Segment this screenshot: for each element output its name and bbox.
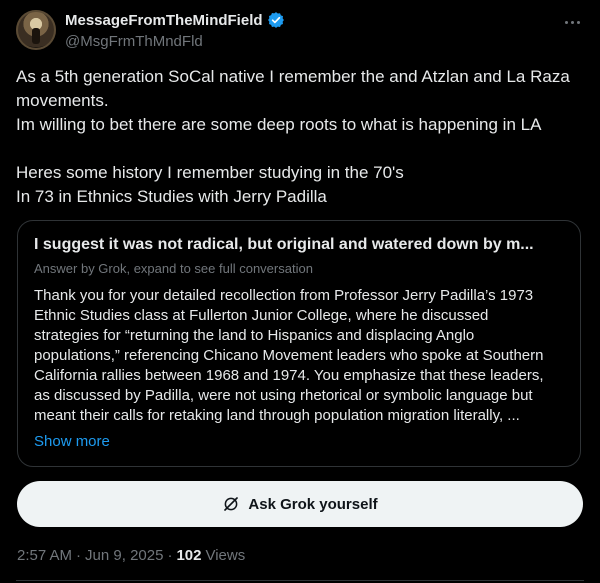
divider xyxy=(16,580,584,581)
views-label: Views xyxy=(205,547,246,564)
author-name[interactable]: MessageFromTheMindField xyxy=(65,12,263,29)
more-options-icon[interactable] xyxy=(560,14,584,30)
grok-body-line: as discussed by Padilla, were not using … xyxy=(34,387,533,404)
tweet-line: As a 5th generation SoCal native I remem… xyxy=(16,67,570,86)
show-more-link[interactable]: Show more xyxy=(34,433,110,450)
tweet-line: Im willing to bet there are some deep ro… xyxy=(16,115,542,134)
avatar[interactable] xyxy=(16,10,56,50)
grok-body-line: populations,” referencing Chicano Moveme… xyxy=(34,347,544,364)
tweet-meta: 2:57 AM · Jun 9, 2025 · 102 Views xyxy=(17,547,245,564)
grok-icon xyxy=(224,497,239,511)
tweet-time[interactable]: 2:57 AM xyxy=(17,547,72,564)
author-name-row: MessageFromTheMindField xyxy=(65,11,285,29)
grok-body-line: California rallies between 1968 and 1974… xyxy=(34,367,544,384)
tweet-line: In 73 in Ethnics Studies with Jerry Padi… xyxy=(16,187,327,206)
ask-grok-button[interactable]: Ask Grok yourself xyxy=(17,481,583,527)
tweet-line: Heres some history I remember studying i… xyxy=(16,163,404,182)
ask-grok-label: Ask Grok yourself xyxy=(248,495,378,513)
grok-card-title: I suggest it was not radical, but origin… xyxy=(34,236,534,253)
tweet-text: As a 5th generation SoCal native I remem… xyxy=(16,65,584,209)
grok-body-line: strategies for “returning the land to Hi… xyxy=(34,327,475,344)
meta-separator: · xyxy=(76,547,82,564)
verified-badge-icon xyxy=(267,12,284,28)
tweet-line xyxy=(16,137,584,161)
grok-card-body: Thank you for your detailed recollection… xyxy=(34,286,564,426)
grok-card-subtitle: Answer by Grok, expand to see full conve… xyxy=(34,261,313,276)
grok-answer-card[interactable]: I suggest it was not radical, but origin… xyxy=(17,220,581,467)
tweet-line: movements. xyxy=(16,91,109,110)
author-handle[interactable]: @MsgFrmThMndFld xyxy=(65,33,203,50)
tweet-header: MessageFromTheMindField @MsgFrmThMndFld xyxy=(16,8,584,54)
grok-body-line: meant their calls for retaking land thro… xyxy=(34,407,520,424)
grok-body-line: Thank you for your detailed recollection… xyxy=(34,287,534,304)
meta-separator: · xyxy=(167,547,173,564)
grok-body-line: Ethnic Studies class at Fullerton Junior… xyxy=(34,307,489,324)
views-count: 102 xyxy=(176,547,202,564)
tweet-date[interactable]: Jun 9, 2025 xyxy=(85,547,163,564)
